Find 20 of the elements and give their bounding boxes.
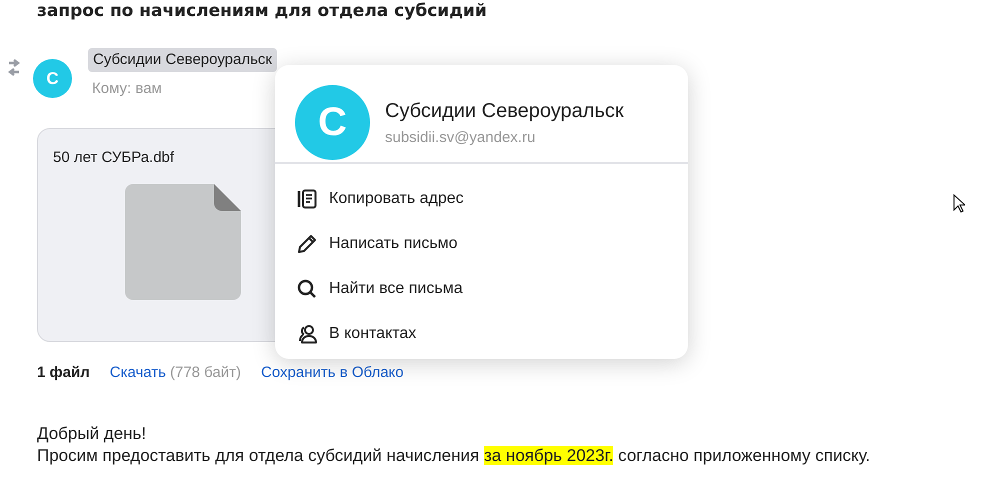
swap-arrows-icon[interactable] xyxy=(7,58,21,78)
recipient-label: Кому: вам xyxy=(92,80,163,97)
file-name: 50 лет СУБРа.dbf xyxy=(53,149,176,166)
file-icon xyxy=(125,184,241,300)
download-link[interactable]: Скачать xyxy=(110,364,166,381)
file-size: (778 байт) xyxy=(170,364,242,381)
sender-name[interactable]: Субсидии Североуральск xyxy=(88,48,277,72)
mouse-cursor-icon xyxy=(953,194,965,213)
document-icon xyxy=(297,188,317,208)
contact-avatar: С xyxy=(295,85,370,160)
people-icon xyxy=(297,324,317,344)
contact-name: Субсидии Североуральск xyxy=(385,100,624,122)
message-text: Просим предоставить для отдела субсидий начисления за ноябрь 2023г. согласно приложенному списку. xyxy=(37,445,872,467)
search-icon xyxy=(297,278,317,298)
email-subject: запрос по начислениям для отдела субсидий xyxy=(36,0,488,22)
contact-email: subsidii.sv@yandex.ru xyxy=(385,128,536,146)
file-count: 1 файл xyxy=(37,364,90,381)
save-to-cloud-link[interactable]: Сохранить в Облако xyxy=(261,364,404,381)
message-text: Добрый день! xyxy=(37,423,148,445)
pencil-icon xyxy=(297,234,317,254)
